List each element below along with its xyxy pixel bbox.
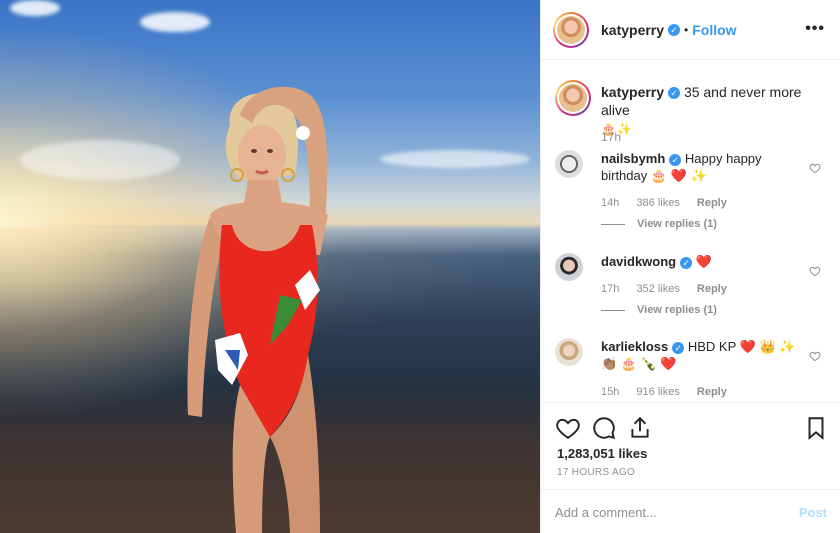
post-side-panel: katyperry ✓ • Follow ••• katyperry ✓ 35 a… — [540, 0, 840, 533]
separator-dot: • — [684, 22, 689, 37]
add-comment-bar: Post — [541, 489, 840, 533]
comment-body: davidkwong ✓ ❤️ — [601, 253, 801, 270]
comment-time[interactable]: 15h — [601, 386, 619, 398]
comment-body: nailsbymh ✓ Happy happy birthday 🎂 ❤️ ✨ — [601, 150, 801, 184]
author-avatar[interactable] — [553, 11, 589, 48]
comment-meta: 17h 352 likes Reply — [601, 283, 741, 295]
view-replies-button[interactable]: View replies (1) — [601, 218, 717, 230]
photo-cloud — [380, 150, 530, 168]
share-icon[interactable] — [627, 415, 653, 441]
more-options-icon[interactable]: ••• — [805, 20, 825, 38]
comment-bubble-icon[interactable] — [591, 415, 617, 441]
post-header: katyperry ✓ • Follow ••• — [541, 0, 840, 60]
commenter-username[interactable]: nailsbymh — [601, 151, 665, 166]
comment-input[interactable] — [555, 504, 799, 520]
verified-badge-icon: ✓ — [680, 256, 693, 269]
commenter-avatar[interactable] — [555, 253, 583, 281]
comment-likes[interactable]: 916 likes — [636, 386, 679, 398]
like-comment-heart-icon[interactable] — [809, 162, 821, 174]
comment-likes[interactable]: 352 likes — [636, 283, 679, 295]
photo-cloud — [20, 140, 180, 180]
comment-item: davidkwong ✓ ❤️ 17h 352 likes Reply View … — [555, 253, 835, 323]
like-comment-heart-icon[interactable] — [809, 350, 821, 362]
verified-badge-icon: ✓ — [668, 87, 681, 100]
photo-subject — [187, 86, 328, 533]
caption-author-avatar[interactable] — [555, 80, 591, 116]
comment-text: HBD KP — [687, 339, 737, 354]
comment-emojis: 🎂 ❤️ ✨ — [650, 168, 707, 183]
post-timestamp[interactable]: 17 HOURS AGO — [557, 467, 635, 478]
commenter-username[interactable]: davidkwong — [601, 254, 676, 269]
comment-body: karliekloss ✓ HBD KP ❤️ 👑 ✨ 👏🏽 🎂 🍾 ❤️ — [601, 338, 801, 372]
comment-likes[interactable]: 386 likes — [636, 197, 679, 209]
comment-meta: 14h 386 likes Reply — [601, 197, 741, 209]
like-comment-heart-icon[interactable] — [809, 265, 821, 277]
post-actions: 1,283,051 likes 17 HOURS AGO Post — [541, 402, 840, 533]
comments-list[interactable]: katyperry ✓ 35 and never more alive 🎂✨ 17… — [541, 60, 840, 402]
follow-button[interactable]: Follow — [692, 22, 736, 38]
comment-meta: 15h 916 likes Reply — [601, 386, 741, 398]
like-heart-icon[interactable] — [555, 415, 581, 441]
comment-time[interactable]: 14h — [601, 197, 619, 209]
save-bookmark-icon[interactable] — [803, 415, 829, 441]
comment-emojis: ❤️ — [695, 254, 712, 269]
comment-item: karliekloss ✓ HBD KP ❤️ 👑 ✨ 👏🏽 🎂 🍾 ❤️ 15h… — [555, 338, 835, 402]
commenter-avatar[interactable] — [555, 338, 583, 366]
comment-item: nailsbymh ✓ Happy happy birthday 🎂 ❤️ ✨ 1… — [555, 150, 835, 240]
reply-button[interactable]: Reply — [697, 197, 727, 209]
verified-badge-icon: ✓ — [669, 153, 682, 166]
likes-count[interactable]: 1,283,051 likes — [557, 446, 647, 461]
caption-text: katyperry ✓ 35 and never more alive 🎂✨ — [601, 83, 831, 138]
verified-badge-icon: ✓ — [672, 341, 685, 354]
commenter-avatar[interactable] — [555, 150, 583, 178]
caption-author-username[interactable]: katyperry — [601, 84, 664, 100]
author-username[interactable]: katyperry — [601, 22, 664, 38]
photo-cloud — [140, 12, 210, 32]
post-comment-button[interactable]: Post — [799, 505, 827, 520]
comment-time[interactable]: 17h — [601, 283, 619, 295]
commenter-username[interactable]: karliekloss — [601, 339, 668, 354]
view-replies-button[interactable]: View replies (1) — [601, 304, 717, 316]
post-photo[interactable] — [0, 0, 540, 533]
photo-cloud — [10, 0, 60, 16]
reply-button[interactable]: Reply — [697, 386, 727, 398]
verified-badge-icon: ✓ — [668, 23, 681, 36]
instagram-post-view: katyperry ✓ • Follow ••• katyperry ✓ 35 a… — [0, 0, 840, 533]
caption-time[interactable]: 17h — [601, 130, 621, 144]
reply-button[interactable]: Reply — [697, 283, 727, 295]
